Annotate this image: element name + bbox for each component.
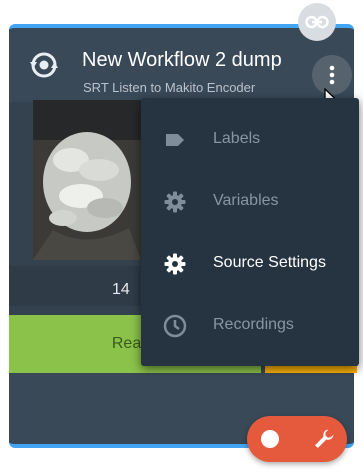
clock-icon [163, 314, 187, 338]
wrench-icon [315, 429, 334, 448]
menu-item-label: Source Settings [213, 254, 326, 271]
record-icon [261, 430, 279, 448]
menu-item-source-settings[interactable]: Source Settings [141, 234, 359, 294]
gear-icon [164, 191, 186, 213]
menu-item-label: Recordings [213, 316, 294, 333]
link-button[interactable] [298, 3, 336, 41]
menu-item-label: Variables [213, 192, 279, 209]
settings-wrench-button[interactable] [301, 416, 347, 462]
video-thumbnail[interactable] [33, 100, 141, 260]
sync-icon [30, 52, 58, 78]
gear-icon [164, 253, 186, 275]
record-button[interactable] [247, 416, 293, 462]
menu-item-labels[interactable]: Labels [141, 110, 359, 170]
context-menu: Labels Variables Source Settings Recordi… [141, 98, 359, 366]
more-vert-icon [329, 65, 335, 85]
workflow-title: New Workflow 2 dump [82, 49, 282, 71]
label-icon [166, 134, 184, 146]
menu-item-label: Labels [213, 130, 261, 147]
count-value: 14 [112, 281, 130, 298]
link-icon [305, 15, 329, 29]
action-fab-group [247, 416, 347, 462]
workflow-subtitle: SRT Listen to Makito Encoder [83, 80, 256, 95]
menu-item-variables[interactable]: Variables [141, 172, 359, 232]
card-header: New Workflow 2 dump SRT Listen to Makito… [9, 28, 354, 98]
menu-item-recordings[interactable]: Recordings [141, 296, 359, 356]
